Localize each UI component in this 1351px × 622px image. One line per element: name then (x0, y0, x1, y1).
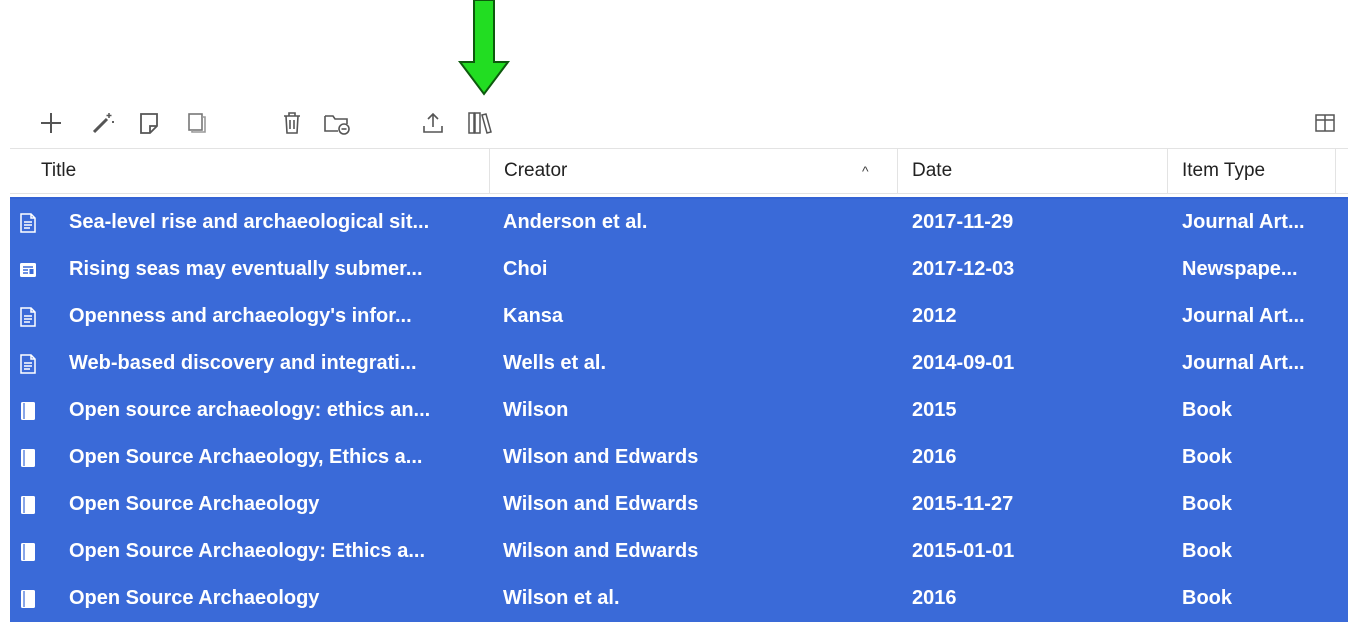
table-row[interactable]: Openness and archaeology's infor... Kans… (10, 293, 1348, 340)
item-creator: Anderson et al. (503, 211, 648, 233)
item-title: Web-based discovery and integrati... (69, 352, 417, 374)
item-type: Journal Art... (1182, 305, 1305, 327)
library-books-icon (468, 112, 492, 134)
book-icon (18, 528, 42, 575)
note-icon (140, 113, 158, 134)
table-row[interactable]: Open Source Archaeology Wilson and Edwar… (10, 481, 1348, 528)
item-date: 2015-11-27 (912, 493, 1014, 515)
upload-icon (423, 112, 443, 133)
item-title: Openness and archaeology's infor... (69, 305, 412, 327)
table-row[interactable]: Open Source Archaeology, Ethics a... Wil… (10, 434, 1348, 481)
item-type: Journal Art... (1182, 211, 1305, 233)
trash-icon (284, 112, 300, 134)
item-creator: Wilson (503, 399, 569, 421)
columns-icon (1315, 114, 1335, 132)
book-icon (18, 481, 42, 528)
table-row[interactable]: Open Source Archaeology Wilson et al. 20… (10, 575, 1348, 622)
item-title: Open Source Archaeology: Ethics a... (69, 540, 426, 562)
item-date: 2015-01-01 (912, 540, 1015, 562)
table-row[interactable]: Web-based discovery and integrati... Wel… (10, 340, 1348, 387)
item-date: 2017-12-03 (912, 258, 1015, 280)
annotation-arrow-icon (458, 0, 510, 96)
column-header-date[interactable]: Date (898, 149, 1168, 193)
plus-icon (41, 113, 61, 133)
item-title: Open source archaeology: ethics an... (69, 399, 431, 421)
item-creator: Wilson and Edwards (503, 446, 699, 468)
items-toolbar (0, 100, 1351, 146)
library-lookup-button[interactable] (463, 106, 497, 140)
magic-wand-icon (92, 113, 114, 134)
item-type: Book (1182, 446, 1232, 468)
item-title: Open Source Archaeology (69, 587, 320, 609)
item-type: Newspape... (1182, 258, 1298, 280)
item-title: Open Source Archaeology (69, 493, 320, 515)
move-to-trash-button[interactable] (275, 106, 309, 140)
column-header-creator[interactable]: Creator (490, 149, 898, 193)
book-icon (18, 575, 42, 622)
table-row[interactable]: Sea-level rise and archaeological sit...… (10, 197, 1348, 246)
column-header-title[interactable]: Title (10, 149, 490, 193)
table-row[interactable]: Rising seas may eventually submer... Cho… (10, 246, 1348, 293)
item-creator: Choi (503, 258, 548, 280)
book-icon (18, 434, 42, 481)
item-title: Sea-level rise and archaeological sit... (69, 211, 430, 233)
item-date: 2016 (912, 446, 957, 468)
item-date: 2015 (912, 399, 957, 421)
table-header: Title Creator ^ Date Item Type (10, 148, 1348, 194)
journal-article-icon (18, 340, 42, 387)
item-date: 2017-11-29 (912, 211, 1014, 233)
export-button[interactable] (416, 106, 450, 140)
column-picker-button[interactable] (1308, 106, 1342, 140)
add-attachment-button[interactable] (180, 106, 214, 140)
item-creator: Wilson and Edwards (503, 540, 699, 562)
newspaper-icon (18, 246, 42, 293)
item-type: Book (1182, 587, 1232, 609)
item-type: Book (1182, 493, 1232, 515)
column-header-item-type[interactable]: Item Type (1168, 149, 1336, 193)
item-type: Book (1182, 399, 1232, 421)
sort-ascending-icon: ^ (862, 163, 869, 179)
item-date: 2012 (912, 305, 957, 327)
item-date: 2014-09-01 (912, 352, 1015, 374)
remove-from-collection-button[interactable] (320, 106, 354, 140)
item-creator: Wilson and Edwards (503, 493, 699, 515)
paperclip-page-icon (188, 113, 206, 133)
item-type: Book (1182, 540, 1232, 562)
items-table: Title Creator ^ Date Item Type Sea-level… (10, 148, 1348, 622)
item-type: Journal Art... (1182, 352, 1305, 374)
add-by-identifier-button[interactable] (86, 106, 120, 140)
table-body: Sea-level rise and archaeological sit...… (10, 197, 1348, 622)
item-creator: Wilson et al. (503, 587, 620, 609)
book-icon (18, 387, 42, 434)
new-note-button[interactable] (132, 106, 166, 140)
table-row[interactable]: Open source archaeology: ethics an... Wi… (10, 387, 1348, 434)
item-title: Open Source Archaeology, Ethics a... (69, 446, 423, 468)
journal-article-icon (18, 199, 42, 246)
journal-article-icon (18, 293, 42, 340)
folder-minus-icon (324, 115, 350, 135)
item-creator: Kansa (503, 305, 564, 327)
table-row[interactable]: Open Source Archaeology: Ethics a... Wil… (10, 528, 1348, 575)
new-item-button[interactable] (34, 106, 68, 140)
item-title: Rising seas may eventually submer... (69, 258, 423, 280)
item-date: 2016 (912, 587, 957, 609)
item-creator: Wells et al. (503, 352, 607, 374)
